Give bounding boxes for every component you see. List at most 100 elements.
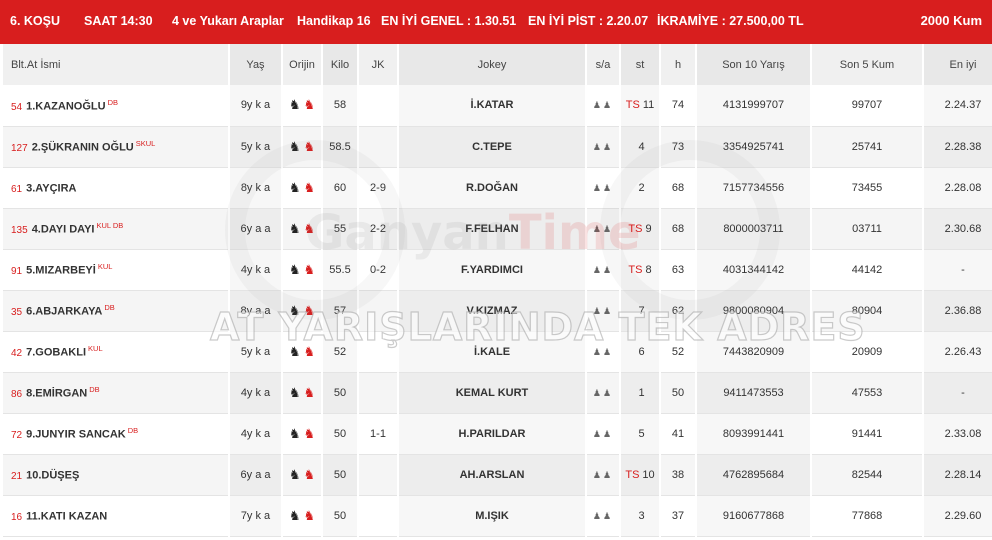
- jockey-link[interactable]: H.PARILDAR: [458, 428, 525, 440]
- age-cell: 4y k a: [229, 413, 283, 454]
- table-row[interactable]: 54 1.KAZANOĞLU DB 9y k a ♞ ♞ 58 İ.KATAR ♟♟ TS 11 74…: [3, 85, 992, 126]
- horse-name-cell[interactable]: 72 9.JUNYIR SANCAK DB: [3, 413, 230, 454]
- table-row[interactable]: 91 5.MIZARBEYİ KUL 4y k a ♞ ♞ 55.5 0-2 F.YARDIMC…: [3, 249, 992, 290]
- origin-cell: ♞ ♞: [282, 331, 323, 372]
- jockey-link[interactable]: V.KIZMAZ: [467, 305, 518, 317]
- horse-head-red-icon[interactable]: ♞: [304, 386, 316, 399]
- table-row[interactable]: 127 2.ŞÜKRANIN OĞLU SKUL 5y k a ♞ ♞ 58.5 C.TEPE…: [3, 126, 992, 167]
- horse-name-link[interactable]: 4.DAYI DAYI: [32, 224, 95, 236]
- col-h-header[interactable]: h: [660, 44, 697, 85]
- table-row[interactable]: 86 8.EMİRGAN DB 4y k a ♞ ♞ 50 KEMAL KURT ♟♟ 1 50 94…: [3, 372, 992, 413]
- horse-name-cell[interactable]: 91 5.MIZARBEYİ KUL: [3, 249, 230, 290]
- last5-sand-cell: 77868: [811, 495, 924, 536]
- jockey-link[interactable]: İ.KALE: [474, 346, 510, 358]
- jockey-link[interactable]: F.FELHAN: [465, 223, 518, 235]
- age-cell: 5y k a: [229, 331, 283, 372]
- person-icon[interactable]: ♟♟: [593, 511, 613, 521]
- person-icon[interactable]: ♟♟: [593, 429, 613, 439]
- horse-name-link[interactable]: 6.ABJARKAYA: [26, 306, 102, 318]
- horse-head-red-icon[interactable]: ♞: [304, 345, 316, 358]
- person-icon[interactable]: ♟♟: [593, 347, 613, 357]
- horse-head-icon[interactable]: ♞: [289, 427, 301, 440]
- jockey-link[interactable]: AH.ARSLAN: [460, 469, 525, 481]
- person-icon[interactable]: ♟♟: [593, 470, 613, 480]
- person-icon[interactable]: ♟♟: [593, 183, 613, 193]
- jockey-link[interactable]: R.DOĞAN: [466, 182, 518, 194]
- horse-head-icon[interactable]: ♞: [289, 98, 301, 111]
- horse-head-red-icon[interactable]: ♞: [304, 140, 316, 153]
- horse-head-icon[interactable]: ♞: [289, 386, 301, 399]
- origin-cell: ♞ ♞: [282, 208, 323, 249]
- jockey-link[interactable]: C.TEPE: [472, 141, 512, 153]
- col-name-header[interactable]: Blt.At İsmi: [3, 44, 230, 85]
- horse-name-cell[interactable]: 61 3.AYÇIRA: [3, 167, 230, 208]
- table-row[interactable]: 135 4.DAYI DAYI KUL DB 6y a a ♞ ♞ 55 2-2 F.FELHA…: [3, 208, 992, 249]
- horse-head-red-icon[interactable]: ♞: [304, 263, 316, 276]
- horse-name-link[interactable]: 7.GOBAKLI: [26, 347, 86, 359]
- horse-name-link[interactable]: 11.KATI KAZAN: [26, 511, 107, 523]
- horse-name-link[interactable]: 1.KAZANOĞLU: [26, 101, 105, 113]
- horse-head-icon[interactable]: ♞: [289, 468, 301, 481]
- equipment-tag: DB: [127, 426, 139, 436]
- person-icon[interactable]: ♟♟: [593, 306, 613, 316]
- start-cell: TS 9: [620, 208, 661, 249]
- horse-head-red-icon[interactable]: ♞: [304, 304, 316, 317]
- col-yas-header[interactable]: Yaş: [229, 44, 283, 85]
- col-son10-header[interactable]: Son 10 Yarış: [696, 44, 812, 85]
- horse-name-link[interactable]: 3.AYÇIRA: [26, 183, 76, 195]
- jockey-link[interactable]: İ.KATAR: [471, 99, 514, 111]
- table-row[interactable]: 21 10.DÜŞEŞ 6y a a ♞ ♞ 50 AH.ARSLAN ♟♟ TS 10 38 476…: [3, 454, 992, 495]
- col-orijin-header[interactable]: Orijin: [282, 44, 323, 85]
- horse-head-red-icon[interactable]: ♞: [304, 181, 316, 194]
- horse-name-cell[interactable]: 42 7.GOBAKLI KUL: [3, 331, 230, 372]
- table-row[interactable]: 61 3.AYÇIRA 8y k a ♞ ♞ 60 2-9 R.DOĞAN ♟♟ 2 68 71577…: [3, 167, 992, 208]
- person-icon[interactable]: ♟♟: [593, 224, 613, 234]
- col-kilo-header[interactable]: Kilo: [322, 44, 359, 85]
- start-number: 3: [638, 509, 645, 522]
- horse-name-cell[interactable]: 127 2.ŞÜKRANIN OĞLU SKUL: [3, 126, 230, 167]
- horse-head-icon[interactable]: ♞: [289, 263, 301, 276]
- col-jokey-header[interactable]: Jokey: [398, 44, 587, 85]
- table-row[interactable]: 72 9.JUNYIR SANCAK DB 4y k a ♞ ♞ 50 1-1 H.PARILD…: [3, 413, 992, 454]
- last10-cell: 4762895684: [696, 454, 812, 495]
- horse-name-link[interactable]: 5.MIZARBEYİ: [26, 265, 96, 277]
- horse-head-red-icon[interactable]: ♞: [304, 509, 316, 522]
- jockey-link[interactable]: F.YARDIMCI: [461, 264, 523, 276]
- horse-head-icon[interactable]: ♞: [289, 345, 301, 358]
- horse-head-red-icon[interactable]: ♞: [304, 222, 316, 235]
- col-eniyi-header[interactable]: En iyi: [923, 44, 992, 85]
- horse-name-link[interactable]: 9.JUNYIR SANCAK: [26, 429, 126, 441]
- col-son5-header[interactable]: Son 5 Kum: [811, 44, 924, 85]
- horse-head-icon[interactable]: ♞: [289, 509, 301, 522]
- person-icon[interactable]: ♟♟: [593, 100, 613, 110]
- table-row[interactable]: 35 6.ABJARKAYA DB 8y a a ♞ ♞ 57 V.KIZMAZ ♟♟ 7 62 98…: [3, 290, 992, 331]
- jockey-cell: F.FELHAN: [398, 208, 587, 249]
- horse-name-cell[interactable]: 135 4.DAYI DAYI KUL DB: [3, 208, 230, 249]
- horse-head-red-icon[interactable]: ♞: [304, 98, 316, 111]
- horse-name-link[interactable]: 10.DÜŞEŞ: [26, 470, 79, 482]
- horse-name-link[interactable]: 8.EMİRGAN: [26, 388, 87, 400]
- horse-head-icon[interactable]: ♞: [289, 304, 301, 317]
- horse-name-cell[interactable]: 54 1.KAZANOĞLU DB: [3, 85, 230, 126]
- table-row[interactable]: 16 11.KATI KAZAN 7y k a ♞ ♞ 50 M.IŞIK ♟♟ 3 37 9160…: [3, 495, 992, 536]
- horse-name-cell[interactable]: 21 10.DÜŞEŞ: [3, 454, 230, 495]
- horse-head-red-icon[interactable]: ♞: [304, 427, 316, 440]
- horse-head-red-icon[interactable]: ♞: [304, 468, 316, 481]
- horse-name-cell[interactable]: 16 11.KATI KAZAN: [3, 495, 230, 536]
- jockey-link[interactable]: KEMAL KURT: [456, 387, 529, 399]
- horse-name-cell[interactable]: 86 8.EMİRGAN DB: [3, 372, 230, 413]
- horse-name-link[interactable]: 2.ŞÜKRANIN OĞLU: [32, 142, 134, 154]
- col-jk-header[interactable]: JK: [358, 44, 399, 85]
- horse-head-icon[interactable]: ♞: [289, 181, 301, 194]
- handicap-cell: 68: [660, 167, 697, 208]
- person-icon[interactable]: ♟♟: [593, 265, 613, 275]
- col-sa-header[interactable]: s/a: [586, 44, 621, 85]
- horse-name-cell[interactable]: 35 6.ABJARKAYA DB: [3, 290, 230, 331]
- person-icon[interactable]: ♟♟: [593, 142, 613, 152]
- table-row[interactable]: 42 7.GOBAKLI KUL 5y k a ♞ ♞ 52 İ.KALE ♟♟ 6 52 74438…: [3, 331, 992, 372]
- jockey-link[interactable]: M.IŞIK: [475, 510, 509, 522]
- person-icon[interactable]: ♟♟: [593, 388, 613, 398]
- col-st-header[interactable]: st: [620, 44, 661, 85]
- horse-head-icon[interactable]: ♞: [289, 140, 301, 153]
- horse-head-icon[interactable]: ♞: [289, 222, 301, 235]
